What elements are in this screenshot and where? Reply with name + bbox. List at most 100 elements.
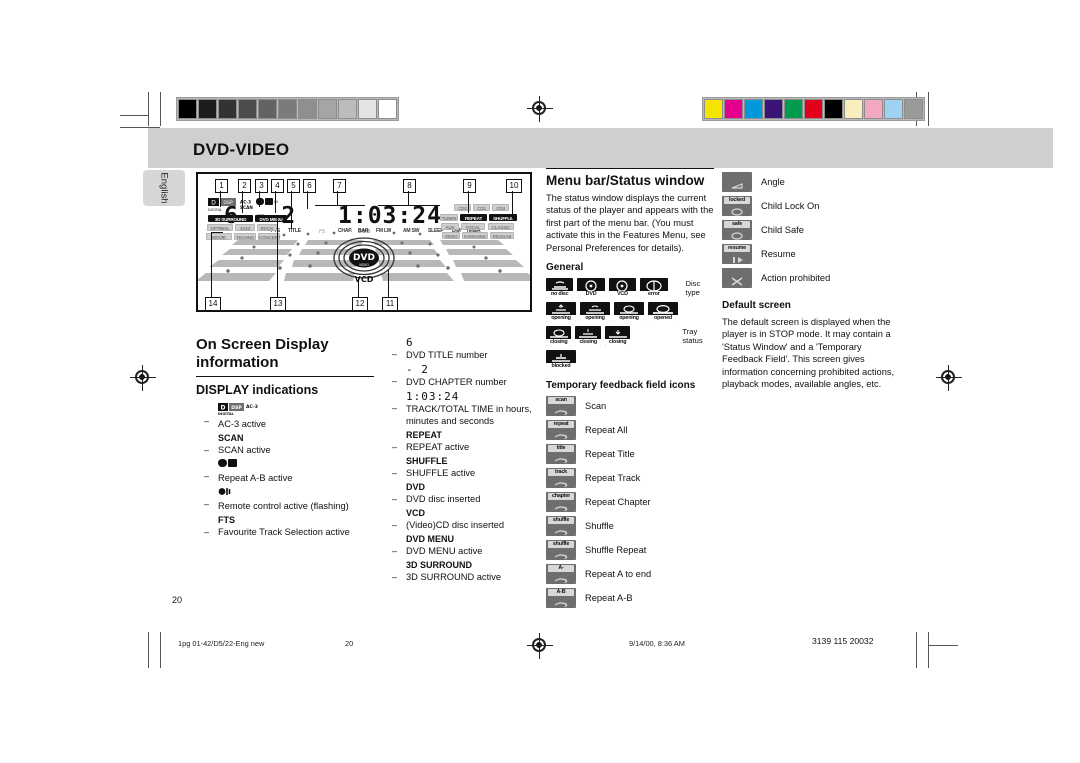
feedback-icon-caption: Shuffle Repeat xyxy=(585,545,647,556)
indication-description: SCAN active xyxy=(218,445,271,455)
leader-11 xyxy=(388,270,389,298)
lcd-badge-reggae: REGGAE xyxy=(490,232,514,239)
indication-glyph-text: DVD xyxy=(406,482,426,492)
list-dash: – xyxy=(204,527,210,537)
indication-description: TRACK/TOTAL TIME in hours, minutes and s… xyxy=(406,404,532,426)
crop-mark-top-left-v2 xyxy=(160,92,161,126)
lock-icon xyxy=(731,208,743,216)
indication-description: AC-3 active xyxy=(218,419,267,429)
registration-mark-bottom xyxy=(527,633,553,659)
feedback-icon-caption: Repeat Title xyxy=(585,449,635,460)
callout-12: 12 xyxy=(352,297,368,311)
display-panel-figure: DVD VIDEO VCD DBB FS 6 - - 22 1:03:24 FT… xyxy=(196,172,532,312)
callout-3: 3 xyxy=(255,179,268,193)
resume-icon xyxy=(733,257,743,263)
status-caption: Angle xyxy=(761,177,785,187)
status-row: Angle xyxy=(722,172,902,192)
status-icon-VCD: VCD xyxy=(608,278,637,299)
feedback-icon-caption: Shuffle xyxy=(585,521,614,532)
indication-item: SHUFFLE – SHUFFLE active xyxy=(392,455,536,479)
status-icon-label: opening xyxy=(614,315,644,323)
color-swatch-7 xyxy=(844,99,863,119)
grayscale-calibration-bar xyxy=(176,97,399,121)
indication-item: VCD – (Video)CD disc inserted xyxy=(392,507,536,531)
status-icon-opening: opening xyxy=(580,302,610,323)
registration-mark-left xyxy=(130,365,156,391)
general-icon-row: blocked xyxy=(546,350,714,371)
color-swatch-2 xyxy=(218,99,237,119)
general-icon-row: closing closing closing Tray status xyxy=(546,326,714,347)
callout-9: 9 xyxy=(463,179,476,193)
list-dash: – xyxy=(392,520,398,530)
feedback-icon-repeat: repeat xyxy=(546,420,576,441)
temp-feedback-row: A-B Repeat A-B xyxy=(546,588,714,609)
status-icon-label: opening xyxy=(546,315,576,323)
callout-1: 1 xyxy=(215,179,228,193)
svg-text:VIDEO: VIDEO xyxy=(359,263,370,267)
list-dash: – xyxy=(392,403,398,413)
lcd-graphic: DVD VIDEO VCD DBB FS 6 - - 22 1:03:24 FT… xyxy=(198,174,530,310)
leader-4 xyxy=(275,191,276,213)
leader-7-h xyxy=(315,205,365,206)
color-swatch-8 xyxy=(338,99,357,119)
lcd-badge-cd2: CD2 xyxy=(473,204,490,211)
temp-feedback-row: chapter Repeat Chapter xyxy=(546,492,714,513)
color-swatch-1 xyxy=(198,99,217,119)
crop-mark-bottom-right-v xyxy=(916,632,917,668)
leader-2 xyxy=(242,191,243,213)
status-row: safe Child Safe xyxy=(722,220,902,240)
leader-9 xyxy=(468,191,469,213)
leader-10 xyxy=(512,191,513,219)
general-row-caption: Tray status xyxy=(682,327,703,346)
lcd-tag-fmlw: FM LW xyxy=(376,228,392,234)
repeat-arrow-icon xyxy=(554,530,568,536)
indication-item: REPEAT – REPEAT active xyxy=(392,429,536,453)
lcd-badge-dvd-menu: DVD MENU xyxy=(255,215,287,222)
feedback-icon-caption: Scan xyxy=(585,401,607,412)
status-icon-closing: closing xyxy=(546,326,572,347)
list-dash: – xyxy=(392,572,398,582)
status-icon-label: locked xyxy=(724,197,750,204)
lcd-tag-bar: BAR xyxy=(358,228,369,234)
indication-item: 3D SURROUND –3D SURROUND active xyxy=(392,559,536,583)
indication-glyph-text: REPEAT xyxy=(406,430,442,440)
feedback-icon-label: scan xyxy=(548,397,574,405)
status-icon-label: closing xyxy=(575,339,601,347)
status-icon-action-prohibited xyxy=(722,268,752,288)
lcd-tag-amsw: AM SW xyxy=(403,228,420,234)
feedback-icon-label: A- xyxy=(548,565,574,573)
callout-5: 5 xyxy=(287,179,300,193)
feedback-icon-label: shuffle xyxy=(548,517,574,525)
lcd-badge-cd3: CD3 xyxy=(492,204,509,211)
indication-item: DVD MENU – DVD MENU active xyxy=(392,533,536,557)
remote-control-icon xyxy=(218,486,374,500)
feedback-icon-shuffle: shuffle xyxy=(546,516,576,537)
svg-text:FS: FS xyxy=(319,229,325,235)
menubar-body: The status window displays the current s… xyxy=(546,193,714,253)
registration-mark-right xyxy=(936,365,962,391)
lcd-badge-classic: CLASSIC xyxy=(488,223,514,230)
leader-14-h xyxy=(211,232,223,233)
leader-14 xyxy=(211,232,212,298)
page-number: 20 xyxy=(172,595,183,605)
status-icon-error: error xyxy=(640,278,668,299)
feedback-icon-A-B: A-B xyxy=(546,588,576,609)
indication-item: – Repeat A-B active xyxy=(204,458,374,484)
lcd-badge-tuner: TUNER xyxy=(440,214,458,221)
feedback-icon-scan: scan xyxy=(546,396,576,417)
leader-13 xyxy=(277,216,278,298)
status-icon-opened: opened xyxy=(648,302,678,323)
repeat-arrow-icon xyxy=(554,602,568,608)
status-icon-opening: opening xyxy=(614,302,644,323)
status-row: Action prohibited xyxy=(722,268,902,288)
crop-mark-top-left-h2 xyxy=(120,115,148,116)
callout-2: 2 xyxy=(238,179,251,193)
lcd-badge-optimal: OPTIMAL xyxy=(207,224,233,231)
lcd-time-readout: 1:03:24 xyxy=(338,203,442,229)
feedback-icon-shuffle: shuffle xyxy=(546,540,576,561)
temp-feedback-heading: Temporary feedback field icons xyxy=(546,380,696,392)
menubar-column: Menu bar/Status window The status window… xyxy=(546,168,714,612)
temp-feedback-icon-list: scan Scan repeat Repeat All title Repeat Titl… xyxy=(546,396,714,609)
indication-description: DVD disc inserted xyxy=(406,494,481,504)
indication-description: DVD TITLE number xyxy=(406,350,488,360)
